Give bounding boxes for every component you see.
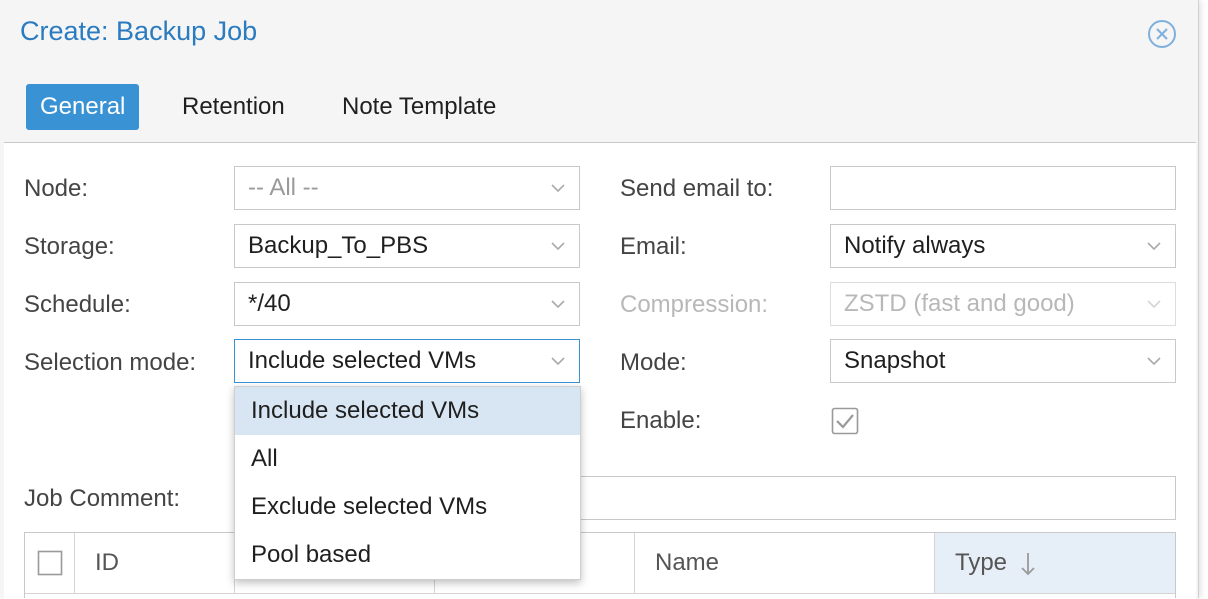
vm-grid: ID Name Type: [24, 532, 1176, 598]
chevron-down-icon: [551, 242, 565, 251]
mode-value: Snapshot: [844, 347, 946, 374]
tab-note-template[interactable]: Note Template: [342, 84, 496, 130]
storage-label: Storage:: [24, 233, 115, 260]
selection-mode-dropdown: Include selected VMs All Exclude selecte…: [234, 386, 581, 580]
email-select[interactable]: Notify always: [830, 224, 1176, 268]
schedule-select[interactable]: */40: [234, 282, 580, 326]
send-email-input[interactable]: [830, 166, 1176, 210]
close-icon[interactable]: [1147, 19, 1177, 49]
node-value: -- All --: [248, 174, 319, 201]
selection-mode-value: Include selected VMs: [248, 347, 477, 374]
storage-select[interactable]: Backup_To_PBS: [234, 224, 580, 268]
chevron-down-icon: [1147, 300, 1161, 309]
selection-mode-select[interactable]: Include selected VMs: [234, 339, 580, 383]
column-name-label: Name: [655, 549, 720, 576]
schedule-label: Schedule:: [24, 291, 131, 318]
backup-job-dialog: Create: Backup Job General Retention Not…: [0, 0, 1199, 599]
selection-mode-label: Selection mode:: [24, 349, 197, 376]
schedule-value: */40: [248, 290, 291, 317]
chevron-down-icon: [551, 300, 565, 309]
grid-header-divider: [25, 593, 1175, 594]
column-type[interactable]: Type: [935, 533, 1175, 593]
select-all-column[interactable]: [25, 533, 75, 593]
mode-select[interactable]: Snapshot: [830, 339, 1176, 383]
dropdown-option-all[interactable]: All: [235, 435, 580, 483]
sort-descending-icon: [1021, 553, 1035, 576]
chevron-down-icon: [551, 357, 565, 366]
node-select[interactable]: -- All --: [234, 166, 580, 210]
email-label: Email:: [620, 233, 687, 260]
mode-label: Mode:: [620, 349, 687, 376]
dropdown-option-include-selected[interactable]: Include selected VMs: [235, 387, 580, 435]
tab-retention[interactable]: Retention: [182, 84, 285, 130]
compression-value: ZSTD (fast and good): [844, 290, 1075, 317]
chevron-down-icon: [551, 184, 565, 193]
enable-label: Enable:: [620, 407, 702, 434]
chevron-down-icon: [1147, 357, 1161, 366]
dropdown-option-pool-based[interactable]: Pool based: [235, 531, 580, 579]
compression-select: ZSTD (fast and good): [830, 282, 1176, 326]
email-value: Notify always: [844, 232, 986, 259]
dialog-title: Create: Backup Job: [20, 16, 258, 46]
enable-checkbox[interactable]: [831, 407, 859, 435]
select-all-checkbox[interactable]: [37, 550, 63, 576]
chevron-down-icon: [1147, 242, 1161, 251]
compression-label: Compression:: [620, 291, 769, 318]
column-name[interactable]: Name: [635, 533, 935, 593]
column-id-label: ID: [95, 549, 119, 576]
job-comment-label: Job Comment:: [24, 485, 181, 512]
node-label: Node:: [24, 175, 89, 202]
send-email-label: Send email to:: [620, 175, 774, 202]
column-id[interactable]: ID: [75, 533, 235, 593]
tab-general[interactable]: General: [26, 84, 140, 130]
storage-value: Backup_To_PBS: [248, 232, 429, 259]
column-type-label: Type: [955, 549, 1008, 576]
dropdown-option-exclude-selected[interactable]: Exclude selected VMs: [235, 483, 580, 531]
